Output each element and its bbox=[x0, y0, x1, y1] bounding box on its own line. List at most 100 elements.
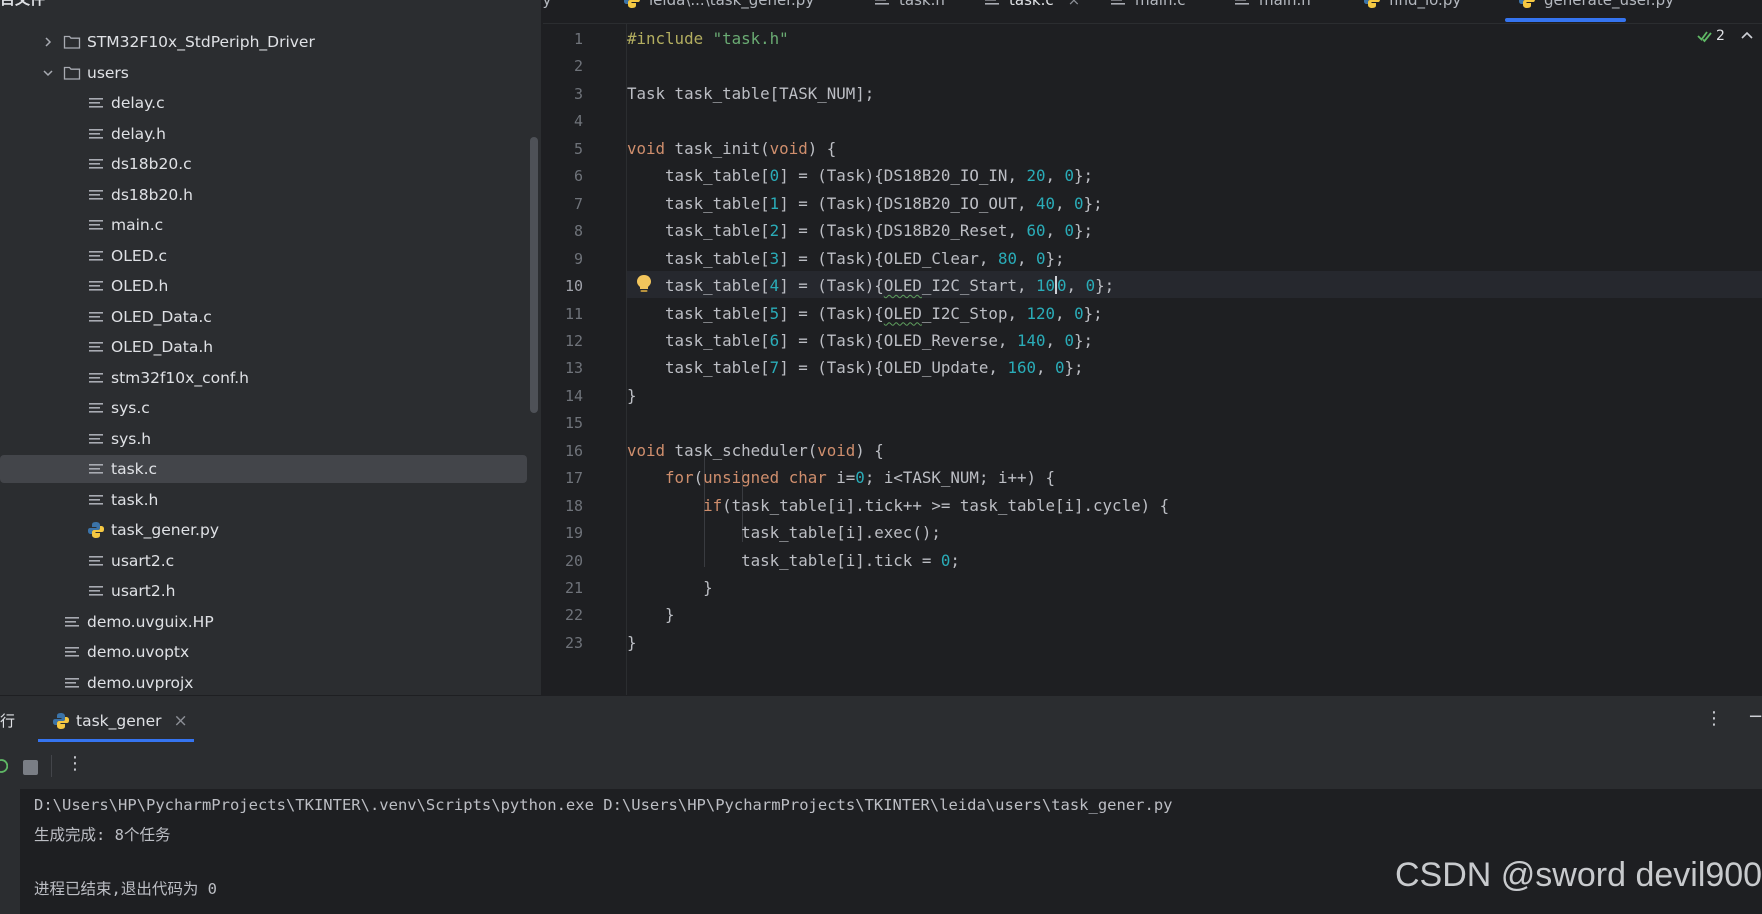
code-token: task_table[i].tick = bbox=[627, 550, 941, 570]
close-icon[interactable]: × bbox=[174, 711, 188, 731]
line-number: 20 bbox=[564, 551, 583, 570]
tree-item-main-c[interactable]: main.c bbox=[0, 211, 163, 239]
file-icon bbox=[89, 250, 103, 261]
code-token: task_table[ bbox=[627, 330, 770, 350]
editor-tab-task-h[interactable]: task.h bbox=[873, 0, 945, 9]
tree-item-oled-data-h[interactable]: OLED_Data.h bbox=[0, 333, 213, 361]
run-console[interactable]: D:\Users\HP\PycharmProjects\TKINTER\.ven… bbox=[0, 789, 1762, 914]
code-token: }; bbox=[1064, 358, 1084, 378]
tree-item-demo-uvoptx[interactable]: demo.uvoptx bbox=[0, 638, 189, 666]
editor-tab-task-c[interactable]: task.c × bbox=[983, 0, 1080, 9]
tree-item-label: usart2.h bbox=[111, 582, 176, 600]
tree-item-sys-c[interactable]: sys.c bbox=[0, 394, 150, 422]
tree-item-task-h[interactable]: task.h bbox=[0, 486, 158, 514]
tree-item-label: sys.h bbox=[111, 429, 152, 448]
tree-item-label: demo.uvprojx bbox=[87, 673, 194, 692]
tree-item-delay-h[interactable]: delay.h bbox=[0, 120, 166, 148]
file-icon bbox=[89, 189, 103, 200]
tree-item-stm32f10x-conf-h[interactable]: stm32f10x_conf.h bbox=[0, 364, 249, 392]
chevron-down-icon[interactable] bbox=[42, 67, 54, 79]
python-icon bbox=[624, 0, 640, 8]
code-token: task_table[ bbox=[627, 193, 770, 213]
code-token: 1 bbox=[769, 193, 780, 213]
code-token: Task task_table[TASK_NUM]; bbox=[627, 83, 875, 103]
folder-icon bbox=[63, 35, 81, 49]
editor-tab-find-io-py[interactable]: find_io.py bbox=[1363, 0, 1461, 9]
code-line: task_table[1] = (Task){DS18B20_IO_OUT, 4… bbox=[627, 190, 1103, 217]
toolbar-more-icon[interactable]: ⋮ bbox=[66, 753, 84, 774]
run-tab-task-gener[interactable]: task_gener × bbox=[52, 706, 188, 736]
code-token: OLED bbox=[883, 276, 922, 296]
close-icon[interactable]: × bbox=[1068, 0, 1081, 9]
line-number: 6 bbox=[573, 167, 583, 186]
rerun-icon[interactable] bbox=[0, 757, 8, 775]
code-token: #include bbox=[627, 29, 713, 48]
tree-item-stm32f10x-stdperiph-driver[interactable]: STM32F10x_StdPeriph_Driver bbox=[0, 28, 315, 56]
more-options-icon[interactable]: ⋮ bbox=[1705, 708, 1723, 729]
code-token: 3 bbox=[769, 248, 780, 268]
tree-item-label: demo.uvguix.HP bbox=[87, 612, 214, 631]
file-icon bbox=[89, 494, 103, 505]
watermark: CSDN @sword devil900 bbox=[1395, 856, 1762, 894]
console-line: 进程已结束,退出代码为 0 bbox=[34, 880, 217, 898]
chevron-right-icon[interactable] bbox=[42, 36, 54, 48]
project-panel-title: 目文件 bbox=[0, 0, 45, 9]
tree-item-task-gener-py[interactable]: task_gener.py bbox=[0, 516, 219, 544]
project-panel: 目文件 STM32F10x_StdPeriph_Driverusers delay… bbox=[0, 0, 541, 695]
code-editor[interactable]: #include "task.h" Task task_table[TASK_NU… bbox=[627, 24, 1762, 695]
stop-icon[interactable] bbox=[23, 760, 38, 775]
tree-item-oled-data-c[interactable]: OLED_Data.c bbox=[0, 303, 212, 331]
code-token: task_table[ bbox=[627, 166, 770, 186]
editor-tab-generate-user-py[interactable]: generate_user.py bbox=[1518, 0, 1674, 9]
code-token: 0 bbox=[1074, 193, 1084, 213]
tree-item-usart2-c[interactable]: usart2.c bbox=[0, 547, 174, 575]
line-number: 21 bbox=[564, 579, 583, 597]
editor-tab-label: main.c bbox=[1135, 0, 1186, 9]
tree-item-usart2-h[interactable]: usart2.h bbox=[0, 577, 175, 605]
code-token: i= bbox=[826, 468, 856, 488]
editor-tab-label: py bbox=[543, 0, 552, 9]
code-token: , bbox=[1045, 221, 1065, 241]
tree-item-label: OLED_Data.h bbox=[111, 338, 214, 356]
minimize-icon[interactable]: − bbox=[1748, 706, 1762, 727]
tree-item-label: demo.uvoptx bbox=[87, 643, 190, 661]
code-token: void bbox=[627, 138, 666, 158]
editor-tab-main-c[interactable]: main.c bbox=[1109, 0, 1186, 9]
chevron-up-icon[interactable] bbox=[1740, 29, 1754, 43]
code-token: _I2C_Start, bbox=[921, 276, 1036, 296]
tree-item-sys-h[interactable]: sys.h bbox=[0, 425, 151, 453]
line-number-gutter[interactable]: 1 2 3 4 5 6 7 8 9 10 11 12 13 14 15 16 17 18 19 20 21 22 23 bbox=[543, 24, 627, 695]
tree-item-delay-c[interactable]: delay.c bbox=[0, 89, 165, 117]
code-token: } bbox=[627, 578, 713, 597]
tree-item-oled-h[interactable]: OLED.h bbox=[0, 272, 168, 300]
code-token: (task_table[i].tick++ >= task_table[i].c… bbox=[722, 495, 1170, 515]
code-token: 0 bbox=[1074, 303, 1084, 323]
editor-tab-label: main.h bbox=[1259, 0, 1311, 9]
tree-item-oled-c[interactable]: OLED.c bbox=[0, 242, 167, 270]
tree-item-demo-uvguix-hp[interactable]: demo.uvguix.HP bbox=[0, 608, 214, 636]
lightbulb-icon[interactable] bbox=[635, 274, 653, 294]
editor-tab-leida-task-gener-py[interactable]: leida\...\task_gener.py bbox=[623, 0, 814, 9]
folder-icon bbox=[63, 66, 81, 80]
line-number: 10 bbox=[564, 277, 583, 296]
code-token: }; bbox=[1074, 330, 1094, 350]
project-scrollbar[interactable] bbox=[530, 137, 538, 413]
code-token: , bbox=[1036, 358, 1056, 378]
tree-item-ds18b20-h[interactable]: ds18b20.h bbox=[0, 181, 193, 209]
inspection-widget[interactable]: 2 bbox=[1697, 28, 1754, 44]
code-token: task_table[ bbox=[627, 303, 770, 323]
code-token: , bbox=[1016, 248, 1036, 268]
line-number: 13 bbox=[564, 359, 583, 378]
line-number: 17 bbox=[564, 469, 583, 488]
editor-tab-py[interactable]: py bbox=[543, 0, 551, 9]
code-token: }; bbox=[1074, 221, 1094, 241]
code-line: } bbox=[627, 629, 637, 656]
tree-item-task-c[interactable]: task.c bbox=[0, 455, 527, 483]
tree-item-users[interactable]: users bbox=[0, 59, 129, 87]
tree-item-demo-uvprojx[interactable]: demo.uvprojx bbox=[0, 669, 193, 696]
tree-item-ds18b20-c[interactable]: ds18b20.c bbox=[0, 150, 192, 178]
code-token: }; bbox=[1083, 303, 1103, 323]
editor-tab-main-h[interactable]: main.h bbox=[1233, 0, 1311, 9]
code-token: }; bbox=[1074, 166, 1094, 186]
